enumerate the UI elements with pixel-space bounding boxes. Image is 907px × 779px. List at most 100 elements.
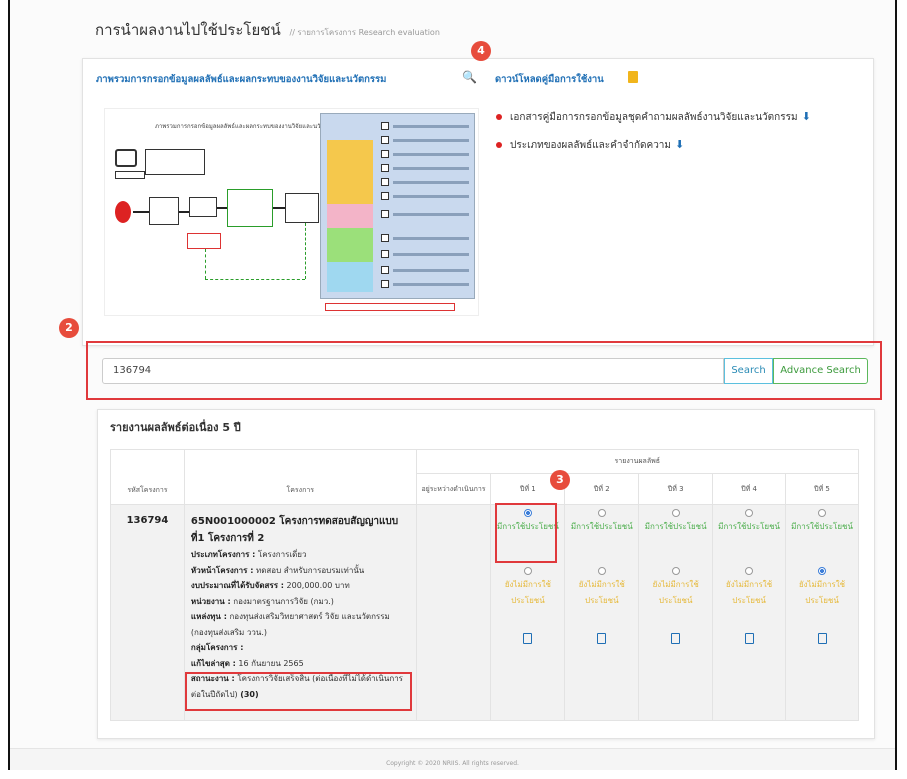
option-used-label[interactable]: มีการใช้ประโยชน์	[566, 519, 637, 567]
year-cell: มีการใช้ประโยชน์ยังไม่มีการใช้ประโยชน์	[785, 504, 859, 721]
legend-band	[327, 140, 373, 204]
header-code: รหัสโครงการ	[110, 449, 185, 505]
diagram-title: ภาพรวมการกรอกข้อมูลผลลัพธ์และผลกระทบของง…	[155, 123, 339, 130]
search-icon[interactable]: 🔍	[462, 70, 477, 84]
manual-item-label[interactable]: ประเภทของผลลัพธ์และคำจำกัดความ	[510, 140, 671, 151]
radio-not-used[interactable]	[745, 567, 754, 575]
manual-item-label[interactable]: เอกสารคู่มือการกรอกข้อมูลชุดคำถามผลลัพธ์…	[510, 112, 798, 123]
diagram-footnote	[325, 303, 455, 311]
option-not-used-label[interactable]: ยังไม่มีการใช้ประโยชน์	[566, 577, 637, 627]
overview-link[interactable]: ภาพรวมการกรอกข้อมูลผลลัพธ์และผลกระทบของง…	[96, 72, 386, 87]
legend-checkbox	[381, 164, 389, 172]
legend-checkbox	[381, 136, 389, 144]
radio-not-used[interactable]	[523, 567, 532, 575]
in-progress-cell	[415, 504, 492, 721]
radio-not-used[interactable]	[671, 567, 680, 575]
footer: Copyright © 2020 NRIIS. All rights reser…	[10, 748, 895, 770]
diagram-arrow	[273, 207, 285, 209]
project-unit: หน่วยงาน : กองมาตรฐานการวิจัย (กมว.)	[190, 596, 334, 606]
project-title[interactable]: 65N001000002 โครงการทดสอบสัญญาแบบที่1 โค…	[191, 513, 410, 547]
legend-checkbox	[381, 178, 389, 186]
document-icon[interactable]	[671, 633, 681, 644]
breadcrumb[interactable]: // รายการโครงการ Research evaluation	[290, 28, 440, 37]
document-icon[interactable]	[523, 633, 533, 644]
radio-used[interactable]	[818, 509, 827, 517]
diagram-box	[285, 193, 319, 223]
project-edited: แก้ไขล่าสุด : 16 กันยายน 2565	[190, 658, 304, 668]
project-budget: งบประมาณที่ได้รับจัดสรร : 200,000.00 บาท	[190, 581, 350, 590]
highlight-year1-option	[495, 503, 557, 563]
manual-item[interactable]: เอกสารคู่มือการกรอกข้อมูลชุดคำถามผลลัพธ์…	[496, 110, 811, 125]
diagram-dashed-line	[205, 279, 305, 280]
option-not-used-label[interactable]: ยังไม่มีการใช้ประโยชน์	[714, 577, 784, 627]
legend-band	[327, 262, 373, 292]
highlight-search-box	[86, 341, 882, 400]
option-used-label[interactable]: มีการใช้ประโยชน์	[714, 519, 784, 567]
legend-checkbox	[381, 122, 389, 130]
project-lead: หัวหน้าโครงการ : ทดสอบ สำหรับการอบรมเท่า…	[190, 565, 365, 575]
diagram-box	[115, 171, 145, 179]
legend-checkbox	[381, 210, 389, 218]
header-year-4: ปีที่ 4	[712, 473, 787, 505]
diagram-dashed-line	[205, 249, 206, 279]
report-title: รายงานผลลัพธ์ต่อเนื่อง 5 ปี	[110, 421, 241, 434]
legend-line	[393, 253, 469, 256]
bullet-dot	[496, 114, 502, 120]
download-icon[interactable]: ⬇	[675, 138, 684, 151]
overview-diagram[interactable]: ภาพรวมการกรอกข้อมูลผลลัพธ์และผลกระทบของง…	[104, 108, 479, 316]
radio-used[interactable]	[671, 509, 680, 517]
person-icon	[115, 201, 131, 223]
legend-checkbox	[381, 250, 389, 258]
diagram-arrow	[217, 207, 227, 209]
header-in-progress: อยู่ระหว่างดำเนินการ	[415, 473, 492, 505]
page-title: การนำผลงานไปใช้ประโยชน์ // รายการโครงการ…	[95, 18, 440, 42]
callout-badge-4: 4	[471, 41, 491, 61]
download-manual-link[interactable]: ดาวน์โหลดคู่มือการใช้งาน	[495, 72, 604, 87]
option-not-used-label[interactable]: ยังไม่มีการใช้ประโยชน์	[787, 577, 857, 627]
download-icon[interactable]: ⬇	[802, 110, 811, 123]
header-year-2: ปีที่ 2	[564, 473, 640, 505]
legend-line	[393, 125, 469, 128]
year-cell: มีการใช้ประโยชน์ยังไม่มีการใช้ประโยชน์	[638, 504, 714, 721]
diagram-arrow	[179, 211, 189, 213]
diagram-box	[145, 149, 205, 175]
document-icon[interactable]	[744, 633, 754, 644]
legend-band	[327, 118, 373, 140]
bullet-dot	[496, 142, 502, 148]
radio-used[interactable]	[745, 509, 754, 517]
page-title-text: การนำผลงานไปใช้ประโยชน์	[95, 21, 281, 39]
option-used-label[interactable]: มีการใช้ประโยชน์	[787, 519, 857, 567]
header-year-3: ปีที่ 3	[638, 473, 714, 505]
legend-line	[393, 283, 469, 286]
callout-badge-2: 2	[59, 318, 79, 338]
highlight-status-box	[185, 672, 412, 711]
diagram-box	[187, 233, 221, 249]
diagram-box	[227, 189, 273, 227]
legend-line	[393, 195, 469, 198]
legend-line	[393, 181, 469, 184]
radio-used[interactable]	[597, 509, 606, 517]
table-header-row: รหัสโครงการ โครงการ รายงานผลลัพธ์	[110, 449, 860, 505]
option-not-used-label[interactable]: ยังไม่มีการใช้ประโยชน์	[492, 577, 563, 627]
option-not-used-label[interactable]: ยังไม่มีการใช้ประโยชน์	[640, 577, 711, 627]
legend-line	[393, 167, 469, 170]
legend-checkbox	[381, 192, 389, 200]
project-code: 136794	[110, 504, 185, 721]
legend-checkbox	[381, 266, 389, 274]
radio-not-used[interactable]	[818, 567, 827, 575]
callout-badge-3: 3	[550, 470, 570, 490]
manual-item[interactable]: ประเภทของผลลัพธ์และคำจำกัดความ ⬇	[496, 138, 684, 153]
project-fund: แหล่งทุน : กองทุนส่งเสริมวิทยาศาสตร์ วิจ…	[190, 612, 390, 637]
header-project: โครงการ	[183, 449, 417, 505]
document-icon[interactable]	[817, 633, 827, 644]
legend-line	[393, 213, 469, 216]
diagram-dashed-line	[305, 223, 306, 279]
document-icon[interactable]	[597, 633, 607, 644]
book-icon[interactable]	[628, 71, 638, 83]
header-year-5: ปีที่ 5	[785, 473, 859, 505]
radio-not-used[interactable]	[597, 567, 606, 575]
diagram-box	[149, 197, 179, 225]
option-used-label[interactable]: มีการใช้ประโยชน์	[640, 519, 711, 567]
legend-line	[393, 153, 469, 156]
window-frame-left	[8, 0, 10, 770]
